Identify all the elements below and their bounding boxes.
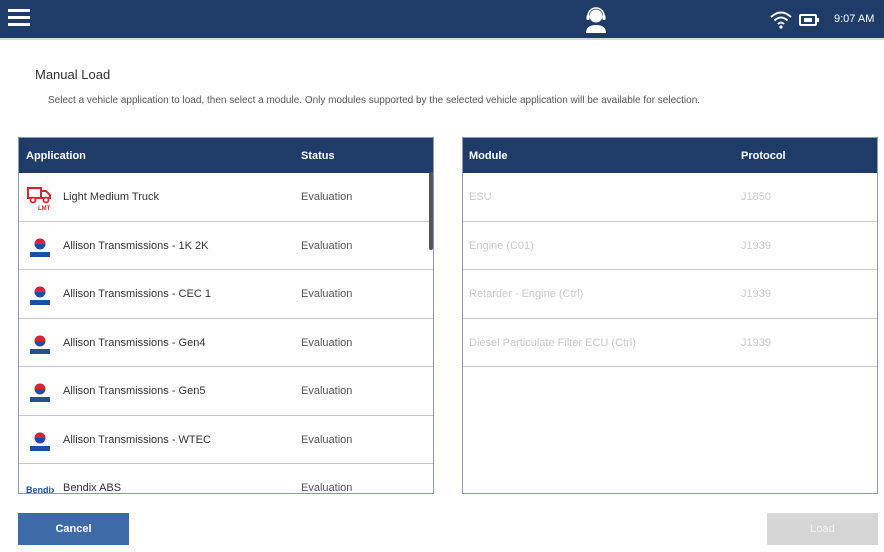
- application-name: Light Medium Truck: [63, 191, 159, 203]
- application-status: Evaluation: [301, 433, 353, 446]
- module-name: Retarder - Engine (Ctrl): [469, 288, 584, 300]
- module-row: Retarder - Engine (Ctrl) J1939: [463, 270, 877, 319]
- allison-logo-icon: [30, 383, 50, 402]
- top-bar: 9:07 AM: [0, 0, 884, 40]
- module-row: ESU J1850: [463, 173, 877, 222]
- cancel-button[interactable]: Cancel: [18, 513, 129, 545]
- modules-table-header: Module Protocol: [463, 138, 877, 173]
- application-status: Evaluation: [301, 336, 353, 349]
- application-status: Evaluation: [301, 385, 353, 397]
- application-name: Allison Transmissions - CEC 1: [63, 288, 211, 300]
- allison-logo-icon: [30, 432, 50, 451]
- truck-lmt-icon: LMT: [27, 187, 51, 211]
- module-row: Engine (C01) J1939: [463, 222, 877, 270]
- battery-icon: [799, 14, 819, 26]
- allison-logo-icon: [30, 335, 50, 354]
- wifi-icon: [770, 11, 792, 29]
- module-name: ESU: [469, 191, 492, 203]
- application-row-light-medium-truck[interactable]: LMT Light Medium Truck Evaluation: [19, 173, 433, 222]
- application-name: Allison Transmissions - WTEC: [63, 433, 211, 446]
- load-button[interactable]: Load: [767, 513, 878, 545]
- application-name: Allison Transmissions - Gen4: [63, 336, 206, 349]
- allison-logo-icon: [30, 238, 50, 257]
- page-title: Manual Load: [35, 67, 111, 82]
- module-name: Diesel Particulate Filter ECU (Ctrl): [469, 336, 636, 349]
- instructions-text: Select a vehicle application to load, th…: [48, 95, 701, 106]
- hamburger-menu-icon[interactable]: [8, 9, 30, 27]
- applications-table: Application Status LMT Light Medium Truc…: [18, 137, 434, 494]
- column-header-application[interactable]: Application: [26, 150, 86, 162]
- application-name: Bendix ABS: [63, 482, 122, 494]
- support-agent-icon[interactable]: [584, 7, 608, 33]
- clock-time: 9:07 AM: [834, 13, 875, 25]
- module-protocol: J1939: [741, 288, 771, 300]
- applications-table-header: Application Status: [19, 138, 433, 173]
- svg-text:LMT: LMT: [38, 206, 51, 211]
- application-status: Evaluation: [301, 482, 353, 494]
- application-row-allison-gen5[interactable]: Allison Transmissions - Gen5 Evaluation: [19, 367, 433, 416]
- application-row-bendix-abs[interactable]: Bendix Bendix ABS Evaluation: [19, 464, 433, 494]
- module-row: Diesel Particulate Filter ECU (Ctrl) J19…: [463, 319, 877, 367]
- application-row-allison-1k2k[interactable]: Allison Transmissions - 1K 2K Evaluation: [19, 222, 433, 270]
- modules-table: Module Protocol ESU J1850 Engine (C01) J…: [462, 137, 878, 494]
- svg-text:Bendix: Bendix: [26, 485, 54, 494]
- module-name: Engine (C01): [469, 239, 534, 252]
- bendix-logo-icon: Bendix: [26, 485, 54, 494]
- column-header-status[interactable]: Status: [301, 150, 335, 162]
- application-row-allison-wtec[interactable]: Allison Transmissions - WTEC Evaluation: [19, 416, 433, 464]
- application-status: Evaluation: [301, 239, 353, 252]
- application-row-allison-gen4[interactable]: Allison Transmissions - Gen4 Evaluation: [19, 319, 433, 367]
- column-header-module[interactable]: Module: [469, 150, 508, 162]
- application-status: Evaluation: [301, 191, 353, 203]
- column-header-protocol[interactable]: Protocol: [741, 150, 786, 162]
- application-status: Evaluation: [301, 288, 353, 300]
- module-protocol: J1850: [741, 191, 771, 203]
- module-protocol: J1939: [741, 336, 771, 349]
- application-name: Allison Transmissions - Gen5: [63, 385, 206, 397]
- allison-logo-icon: [30, 286, 50, 305]
- application-row-allison-cec1[interactable]: Allison Transmissions - CEC 1 Evaluation: [19, 270, 433, 319]
- module-protocol: J1939: [741, 239, 771, 252]
- application-name: Allison Transmissions - 1K 2K: [63, 239, 209, 252]
- applications-scrollbar[interactable]: [429, 172, 433, 250]
